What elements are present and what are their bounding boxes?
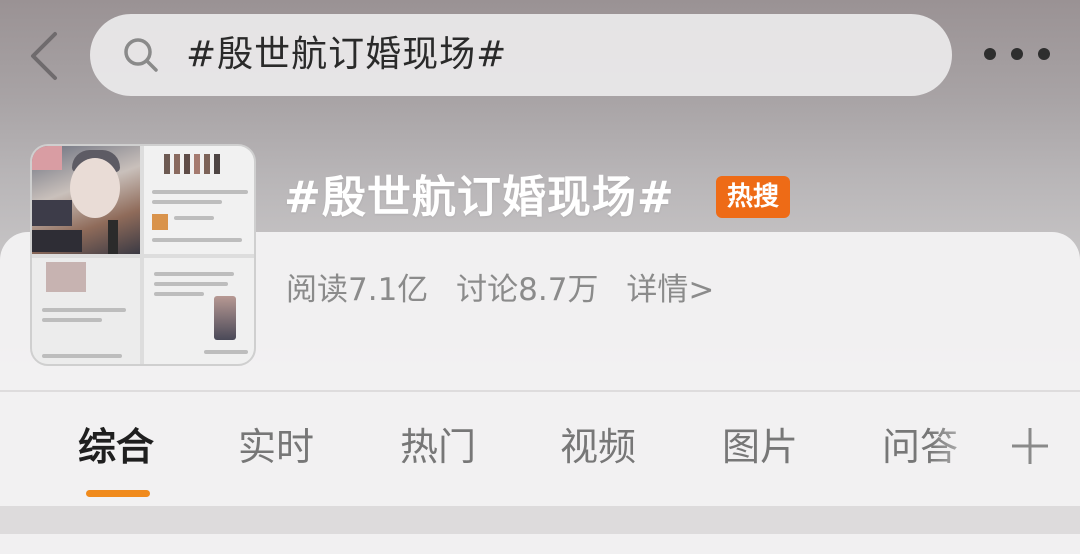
more-dot	[1011, 48, 1023, 60]
more-dot	[1038, 48, 1050, 60]
thumbnail-photo-1	[32, 146, 140, 254]
discussion-count: 讨论8.7万	[456, 272, 599, 308]
search-bar[interactable]: #殷世航订婚现场#	[90, 14, 952, 96]
tab-fade	[930, 412, 1000, 482]
tab-images[interactable]: 图片	[722, 422, 798, 472]
thumbnail-photo-3	[32, 258, 140, 364]
tab-video[interactable]: 视频	[560, 422, 636, 472]
content-area	[0, 534, 1080, 554]
chevron-left-icon	[31, 32, 57, 80]
active-tab-indicator	[86, 490, 150, 497]
thumbnail-photo-2	[144, 146, 254, 254]
search-query[interactable]: #殷世航订婚现场#	[186, 14, 507, 96]
plus-icon[interactable]	[1008, 418, 1052, 474]
section-separator	[0, 506, 1080, 534]
tab-hot[interactable]: 热门	[400, 422, 476, 472]
tab-bar: 综合 实时 热门 视频 图片 问答	[0, 392, 1080, 506]
back-button[interactable]	[24, 30, 64, 82]
thumbnail-photo-4	[144, 258, 254, 364]
more-button[interactable]	[984, 40, 1050, 68]
more-dot	[984, 48, 996, 60]
tab-realtime[interactable]: 实时	[238, 422, 314, 472]
topic-thumbnail[interactable]	[30, 144, 256, 366]
read-count: 阅读7.1亿	[286, 272, 429, 308]
hot-search-badge: 热搜	[716, 176, 790, 218]
tab-comprehensive[interactable]: 综合	[78, 422, 154, 472]
topic-stats: 阅读7.1亿 讨论8.7万 详情>	[286, 268, 732, 312]
details-link[interactable]: 详情>	[626, 272, 714, 308]
topic-title: #殷世航订婚现场#	[284, 172, 675, 223]
search-icon	[124, 38, 158, 72]
